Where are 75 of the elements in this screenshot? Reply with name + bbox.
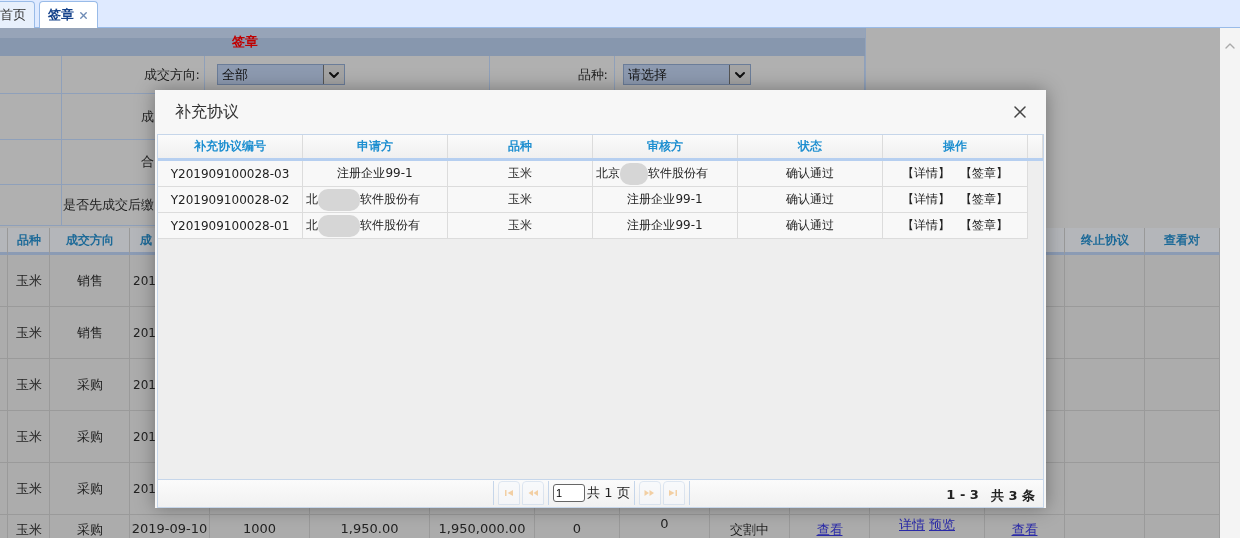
table-cell: 1000	[210, 515, 310, 538]
double-arrow-icon	[527, 488, 539, 498]
table-cell: 0	[620, 515, 710, 538]
table-cell: 销售	[50, 307, 130, 359]
table-cell: 玉米	[8, 307, 50, 359]
table-link[interactable]: 详情	[899, 516, 925, 534]
select-field[interactable]: 全部	[217, 64, 345, 85]
party-name: 北京	[596, 165, 620, 182]
table-cell: 注册企业99-1	[303, 161, 448, 187]
form-cell	[0, 185, 62, 226]
double-arrow-icon	[644, 488, 656, 498]
action-link[interactable]: 【详情】	[902, 217, 950, 234]
table-cell: 玉米	[448, 187, 593, 213]
column-header: 操作	[883, 135, 1028, 158]
form-cell	[0, 140, 62, 185]
skip-icon	[503, 488, 515, 498]
column-header: 申请方	[303, 135, 448, 158]
view-link[interactable]: 查看	[816, 521, 843, 538]
close-icon[interactable]	[78, 9, 89, 21]
column-header: 品种	[8, 228, 50, 255]
form-cell	[0, 56, 62, 94]
table-cell: 玉米	[8, 411, 50, 463]
panel-title: 签章	[0, 28, 865, 56]
table-cell: 采购	[50, 359, 130, 411]
table-cell: 玉米	[448, 213, 593, 239]
party-name: 北	[306, 191, 318, 208]
table-cell: 确认通过	[738, 187, 883, 213]
column-header: 品种	[448, 135, 593, 158]
table-cell: 1,950,000.00	[430, 515, 535, 538]
action-link[interactable]: 【详情】	[902, 165, 950, 182]
party-name: 软件股份有	[648, 165, 708, 182]
record-range: 1 - 3	[946, 487, 979, 504]
form-cell	[0, 94, 62, 140]
column-header: 终止协议	[1065, 228, 1145, 255]
table-cell: 玉米	[8, 515, 50, 538]
table-cell: 玉米	[8, 463, 50, 515]
table-cell: 玉米	[448, 161, 593, 187]
table-cell: 2019-09-10	[130, 515, 210, 538]
table-cell: 确认通过	[738, 213, 883, 239]
table-cell: 0	[535, 515, 620, 538]
action-link[interactable]: 【详情】	[902, 191, 950, 208]
table-cell: 采购	[50, 515, 130, 538]
tab[interactable]: 首页	[0, 1, 35, 28]
column-header: 审核方	[593, 135, 738, 158]
tab[interactable]: 签章	[39, 1, 98, 28]
action-link[interactable]: 【签章】	[960, 165, 1008, 182]
table-cell: 注册企业99-1	[593, 213, 738, 239]
table-cell: 采购	[50, 463, 130, 515]
column-header: 状态	[738, 135, 883, 158]
table-cell: 销售	[50, 255, 130, 307]
action-link[interactable]: 【签章】	[960, 191, 1008, 208]
party-name: 北	[306, 217, 318, 234]
table-cell: 1,950.00	[310, 515, 430, 538]
table-cell: 注册企业99-1	[593, 187, 738, 213]
table-cell: 交割中	[710, 515, 790, 538]
table-cell: 玉米	[8, 359, 50, 411]
page-input[interactable]: 1	[553, 484, 585, 502]
table-cell: Y201909100028-01	[158, 213, 303, 239]
table-cell: Y201909100028-02	[158, 187, 303, 213]
table-cell: 确认通过	[738, 161, 883, 187]
table-cell: 玉米	[8, 255, 50, 307]
column-header: 成交方向	[50, 228, 130, 255]
page-count: 共 1 页	[587, 484, 630, 502]
party-name: 软件股份有	[360, 217, 420, 234]
column-header: 查看对	[1145, 228, 1220, 255]
column-header: 补充协议编号	[158, 135, 303, 158]
party-name: 软件股份有	[360, 191, 420, 208]
record-total: 共 3 条	[990, 487, 1035, 505]
skip-icon	[668, 488, 680, 498]
table-cell: Y201909100028-03	[158, 161, 303, 187]
action-link[interactable]: 【签章】	[960, 217, 1008, 234]
select-field[interactable]: 请选择	[623, 64, 751, 85]
table-link[interactable]: 预览	[929, 516, 955, 534]
table-cell: 采购	[50, 411, 130, 463]
view-link[interactable]: 查看	[1011, 521, 1038, 538]
